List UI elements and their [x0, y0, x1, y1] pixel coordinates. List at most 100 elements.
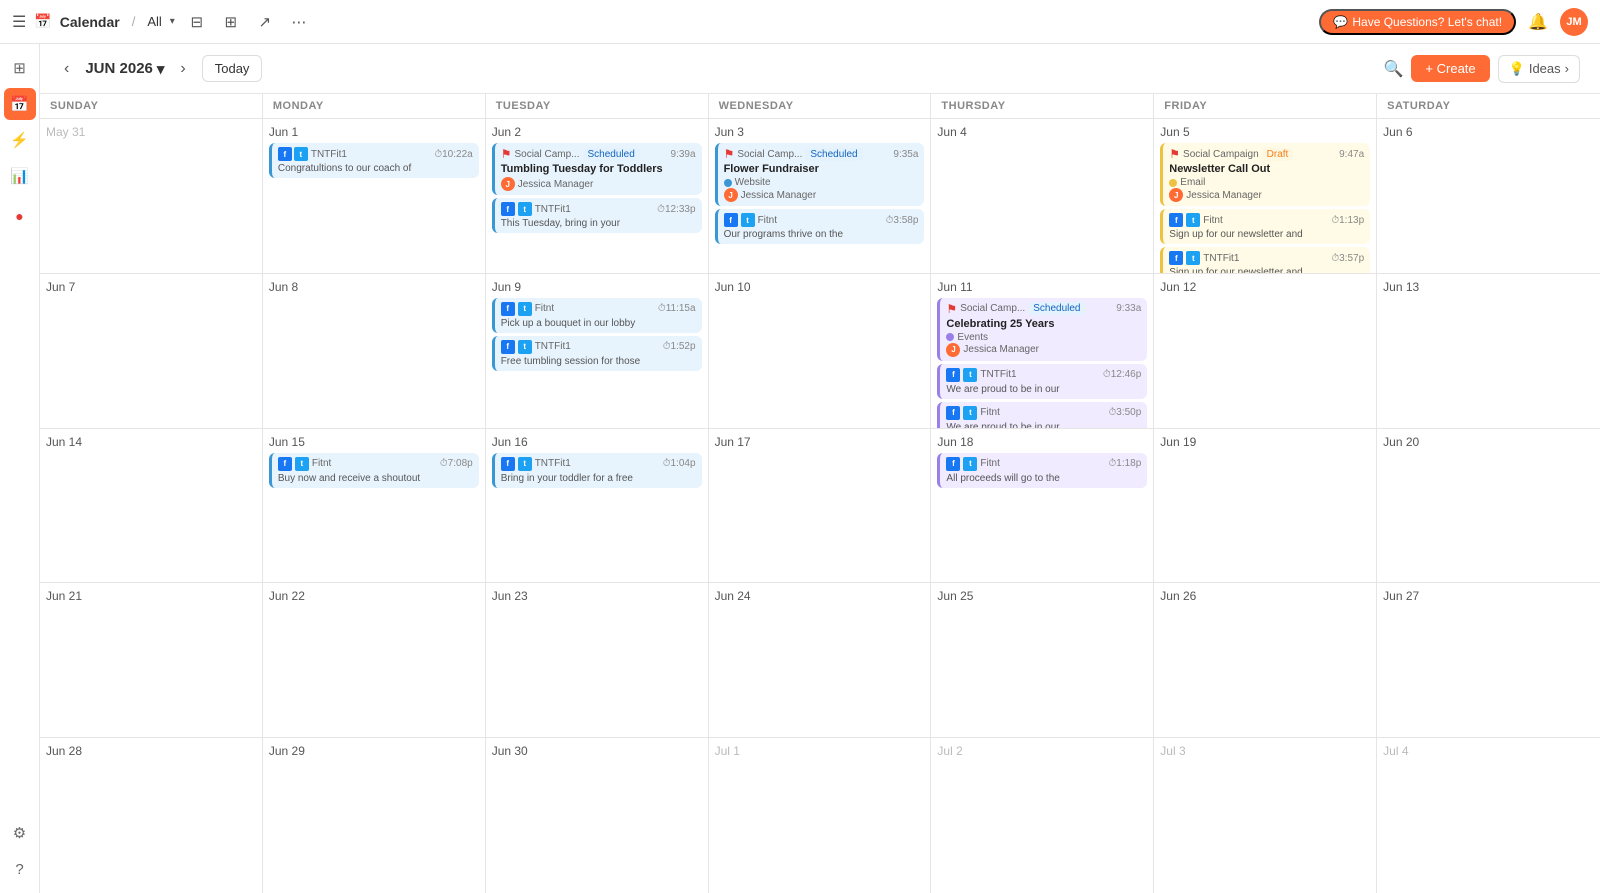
event-card[interactable]: f t Fitnt ⏱7:08p Buy now and receive a s…	[269, 453, 479, 488]
sidebar-item-help[interactable]: ?	[4, 853, 36, 885]
event-body: Free tumbling session for those	[501, 356, 696, 367]
today-button[interactable]: Today	[202, 55, 263, 82]
menu-icon[interactable]: ☰	[12, 12, 26, 32]
event-time: ⏱12:33p	[657, 204, 695, 215]
twitter-icon: t	[1186, 213, 1200, 227]
date-label: Jun 12	[1160, 280, 1370, 294]
sidebar: ⊞ 📅 ⚡ 📊 ● ⚙ ?	[0, 44, 40, 893]
sidebar-item-settings[interactable]: ⚙	[4, 817, 36, 849]
user-avatar-sm: J	[946, 343, 960, 357]
main-layout: ⊞ 📅 ⚡ 📊 ● ⚙ ? ‹ JUN 2026 ▾ › Today 🔍 + C…	[0, 44, 1600, 893]
ideas-button[interactable]: 💡 Ideas ›	[1498, 55, 1580, 83]
chat-prompt-button[interactable]: 💬 Have Questions? Let's chat!	[1319, 9, 1516, 35]
breadcrumb-all: All	[147, 14, 161, 29]
dot-events	[946, 333, 954, 341]
date-label: Jul 2	[937, 744, 1147, 758]
month-title-text: JUN 2026	[85, 60, 153, 77]
event-body: We are proud to be in our	[946, 422, 1141, 428]
week-2: Jun 7 Jun 8 Jun 9 f t Fitnt	[40, 274, 1600, 429]
event-card[interactable]: f t TNTFit1 ⏱1:52p Free tumbling session…	[492, 336, 702, 371]
facebook-icon: f	[501, 457, 515, 471]
share-button[interactable]: ↗	[251, 8, 279, 36]
event-card[interactable]: f t Fitnt ⏱1:13p Sign up for our newslet…	[1160, 209, 1370, 244]
event-body: All proceeds will go to the	[946, 473, 1141, 484]
event-card-flower[interactable]: ⚑ Social Camp... Scheduled 9:35a Flower …	[715, 143, 925, 206]
event-header: f t TNTFit1 ⏱1:52p	[501, 340, 696, 354]
event-card[interactable]: f t TNTFit1 ⏱12:46p We are proud to be i…	[937, 364, 1147, 399]
twitter-icon: t	[518, 302, 532, 316]
twitter-icon: t	[963, 368, 977, 382]
event-body: Congratultions to our coach of	[278, 163, 473, 174]
event-header: f t TNTFit1 ⏱10:22a	[278, 147, 473, 161]
platform-name: Social Camp...	[960, 303, 1025, 314]
bell-icon[interactable]: 🔔	[1528, 12, 1548, 32]
event-header: f t Fitnt ⏱3:50p	[946, 406, 1141, 420]
status-badge: Draft	[1262, 148, 1294, 161]
event-card[interactable]: f t Fitnt ⏱3:58p Our programs thrive on …	[715, 209, 925, 244]
event-card[interactable]: f t TNTFit1 ⏱3:57p Sign up for our newsl…	[1160, 247, 1370, 273]
event-time: ⏱7:08p	[440, 458, 473, 469]
status-badge: Scheduled	[583, 148, 640, 161]
sidebar-item-home[interactable]: ⊞	[4, 52, 36, 84]
more-options-button[interactable]: ⋯	[285, 8, 313, 36]
event-card[interactable]: f t TNTFit1 ⏱1:04p Bring in your toddler…	[492, 453, 702, 488]
category-name: Events	[957, 332, 988, 343]
calendar-grid: May 31 Jun 1 f t TNTFit1	[40, 119, 1600, 893]
platform-name: TNTFit1	[311, 149, 347, 160]
event-card-tumbling[interactable]: ⚑ Social Camp... Scheduled 9:39a Tumblin…	[492, 143, 702, 195]
cell-jun15: Jun 15 f t Fitnt ⏱7:08p Buy now and rece…	[263, 429, 486, 583]
cell-jun22: Jun 22	[263, 583, 486, 737]
sidebar-item-calendar[interactable]: 📅	[4, 88, 36, 120]
event-card[interactable]: f t Fitnt ⏱1:18p All proceeds will go to…	[937, 453, 1147, 488]
search-button[interactable]: 🔍	[1384, 59, 1404, 79]
event-card[interactable]: f t TNTFit1 ⏱12:33p This Tuesday, bring …	[492, 198, 702, 233]
platform-name: Social Campaign	[1183, 149, 1259, 160]
sidebar-item-notifications[interactable]: ●	[4, 200, 36, 232]
create-button[interactable]: + Create	[1411, 55, 1489, 82]
dot-website	[724, 179, 732, 187]
week-4: Jun 21 Jun 22 Jun 23 Jun 24 Jun 25 Jun 2…	[40, 583, 1600, 738]
event-card-celebrating[interactable]: ⚑ Social Camp... Scheduled 9:33a Celebra…	[937, 298, 1147, 361]
event-time: ⏱1:18p	[1108, 458, 1141, 469]
event-header: ⚑ Social Campaign Draft 9:47a	[1169, 147, 1364, 161]
cell-jun11: Jun 11 ⚑ Social Camp... Scheduled 9:33a …	[931, 274, 1154, 428]
user-avatar[interactable]: JM	[1560, 8, 1588, 36]
month-title[interactable]: JUN 2026 ▾	[85, 60, 164, 78]
event-subtitle: J Jessica Manager	[501, 177, 696, 191]
cell-jun16: Jun 16 f t TNTFit1 ⏱1:04p Bring in your …	[486, 429, 709, 583]
date-label: Jun 11	[937, 280, 1147, 294]
event-time: ⏱3:58p	[886, 215, 919, 226]
twitter-icon: t	[741, 213, 755, 227]
cell-jun17: Jun 17	[709, 429, 932, 583]
event-platform: f t Fitnt	[724, 213, 777, 227]
cell-jun6: Jun 6	[1377, 119, 1600, 273]
breadcrumb-chevron-icon[interactable]: ▾	[170, 16, 175, 27]
event-card[interactable]: f t TNTFit1 ⏱10:22a Congratultions to ou…	[269, 143, 479, 178]
event-time: ⏱3:57p	[1331, 253, 1364, 264]
cell-jul1: Jul 1	[709, 738, 932, 893]
event-header: f t TNTFit1 ⏱1:04p	[501, 457, 696, 471]
sidebar-item-activity[interactable]: ⚡	[4, 124, 36, 156]
prev-month-button[interactable]: ‹	[60, 56, 73, 82]
platform-name: Fitnt	[980, 458, 999, 469]
event-card[interactable]: f t Fitnt ⏱11:15a Pick up a bouquet in o…	[492, 298, 702, 333]
filter-button[interactable]: ⊟	[183, 8, 211, 36]
next-month-button[interactable]: ›	[176, 56, 189, 82]
event-card-newsletter[interactable]: ⚑ Social Campaign Draft 9:47a Newsletter…	[1160, 143, 1370, 206]
date-label: May 31	[46, 125, 256, 139]
platform-name: TNTFit1	[535, 458, 571, 469]
event-platform: f t Fitnt	[946, 406, 999, 420]
view-button[interactable]: ⊞	[217, 8, 245, 36]
day-headers: Sunday Monday Tuesday Wednesday Thursday…	[40, 94, 1600, 119]
event-body: Pick up a bouquet in our lobby	[501, 318, 696, 329]
cell-jun7: Jun 7	[40, 274, 263, 428]
event-card[interactable]: f t Fitnt ⏱3:50p We are proud to be in o…	[937, 402, 1147, 428]
header-right: 🔍 + Create 💡 Ideas ›	[1384, 55, 1581, 83]
date-label: Jun 17	[715, 435, 925, 449]
cell-jun10: Jun 10	[709, 274, 932, 428]
nav-right: 💬 Have Questions? Let's chat! 🔔 JM	[1319, 8, 1588, 36]
sidebar-item-analytics[interactable]: 📊	[4, 160, 36, 192]
calendar-header: ‹ JUN 2026 ▾ › Today 🔍 + Create 💡 Ideas …	[40, 44, 1600, 94]
facebook-icon: f	[946, 368, 960, 382]
event-platform: ⚑ Social Camp... Scheduled	[946, 302, 1085, 316]
